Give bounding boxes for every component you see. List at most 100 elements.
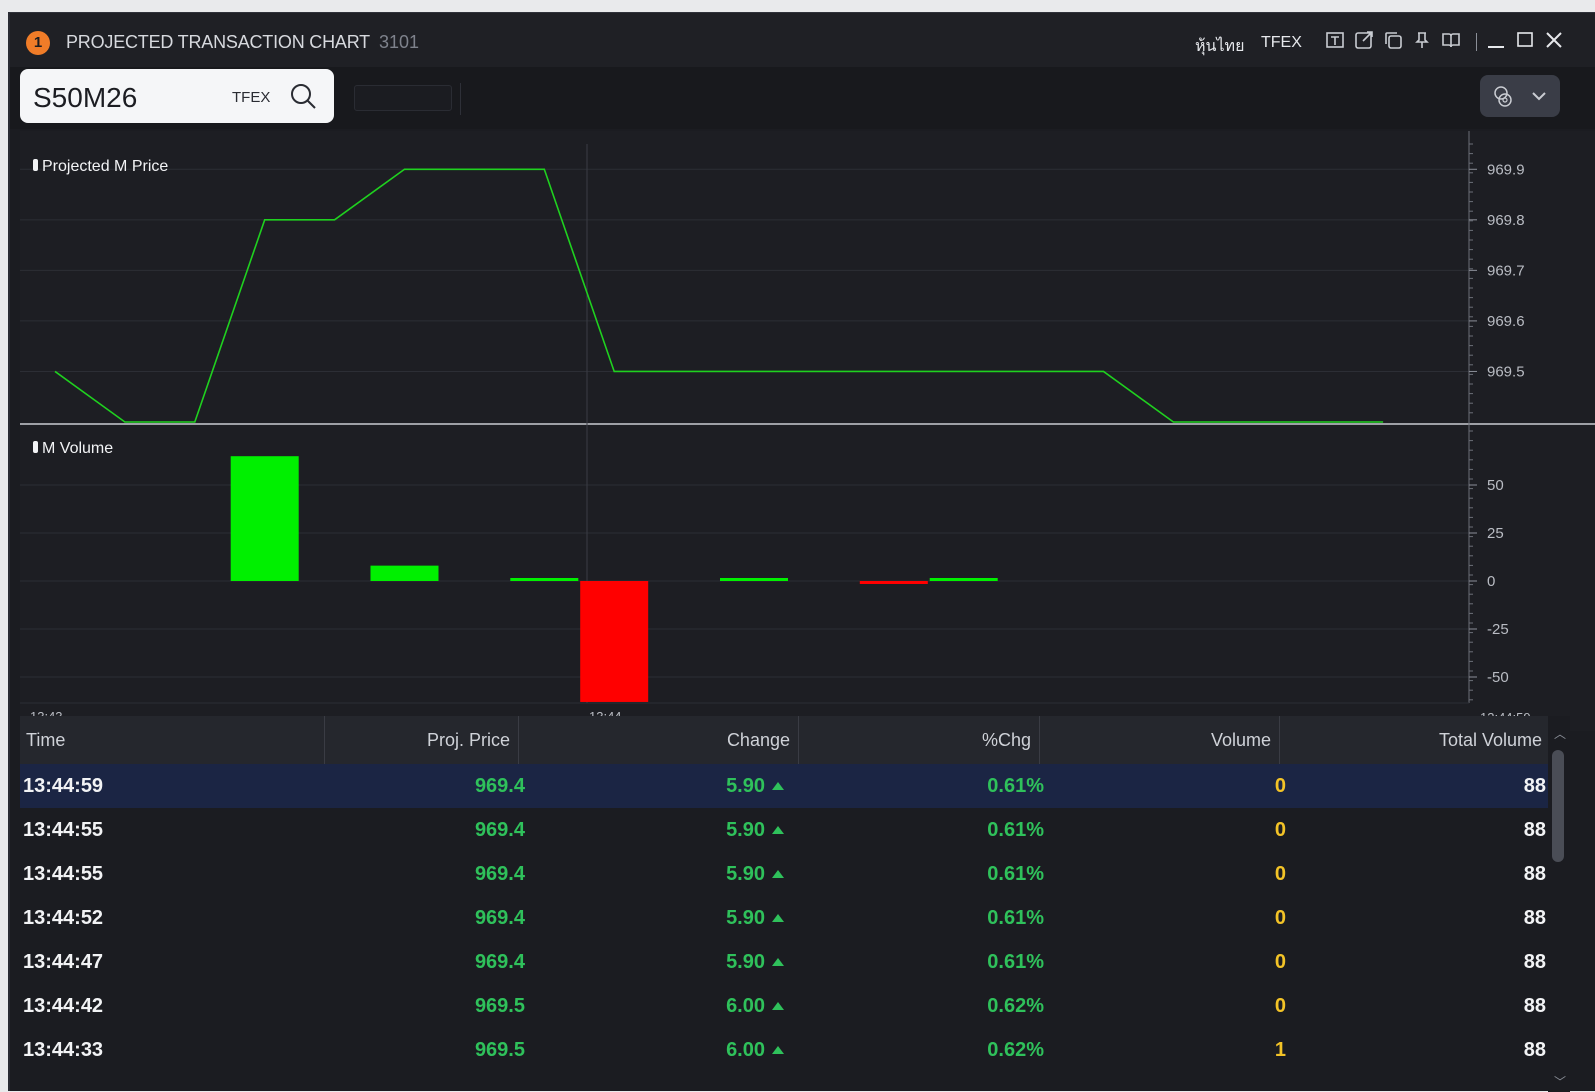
up-arrow-icon [772,1002,784,1010]
cell-change: 5.90 [726,775,765,797]
cell-pct-change: 0.61% [987,863,1044,885]
duplicate-icon[interactable] [1382,29,1404,51]
secondary-input[interactable] [354,85,452,111]
header-proj-price[interactable]: Proj. Price [324,716,518,764]
layer-settings-icon [1494,86,1546,107]
cell-time: 13:44:47 [23,951,104,973]
pin-icon[interactable] [1411,29,1433,51]
cell-volume: 0 [1274,951,1286,973]
volume-panel-marker [33,441,38,453]
cell-time: 13:44:52 [23,907,104,929]
cell-total-volume: 88 [1523,863,1546,885]
cell-pct-change: 0.61% [987,819,1044,841]
table-row[interactable]: 13:44:55 969.4 5.90 0.61% 0 88 [20,808,1548,852]
layer-settings-button[interactable] [1480,75,1560,117]
volume-tick-label: -25 [1487,621,1509,638]
cell-volume: 0 [1274,863,1286,885]
cell-volume: 0 [1274,907,1286,929]
minimize-icon[interactable] [1485,29,1507,51]
window-title: PROJECTED TRANSACTION CHART [66,32,370,52]
price-tick-label: 969.7 [1487,262,1525,279]
cell-proj-price: 969.4 [474,907,525,929]
volume-tick-label: -50 [1487,669,1509,686]
price-panel-title: Projected M Price [42,158,168,175]
book-icon[interactable] [1440,29,1462,51]
cell-total-volume: 88 [1523,995,1546,1017]
header-time[interactable]: Time [20,716,324,764]
toolbar-separator [460,83,461,115]
cell-time: 13:44:55 [23,863,104,885]
title-bar-separator [1476,33,1477,51]
price-tick-label: 969.8 [1487,212,1525,229]
table-row[interactable]: 13:44:59 969.4 5.90 0.61% 0 88 [20,764,1548,808]
cell-time: 13:44:33 [23,1039,104,1061]
table-row[interactable]: 13:44:52 969.4 5.90 0.61% 0 88 [20,896,1548,940]
volume-bar-up [370,565,439,581]
cell-total-volume: 88 [1523,775,1546,797]
cell-change: 6.00 [726,995,765,1017]
cell-change: 5.90 [726,907,765,929]
header-pct-change[interactable]: %Chg [798,716,1039,764]
price-tick-label: 969.9 [1487,161,1525,178]
scroll-down-icon[interactable]: ﹀ [1554,1073,1566,1090]
volume-bar-up [929,578,998,581]
cell-total-volume: 88 [1523,907,1546,929]
scroll-thumb[interactable] [1552,750,1564,862]
header-total-volume[interactable]: Total Volume [1279,716,1548,764]
chart-area: 969.9 969.8 969.7 969.6 969.5 50 25 0 -25 -50 Pr… [20,131,1595,731]
cell-pct-change: 0.61% [987,907,1044,929]
cell-proj-price: 969.4 [474,951,525,973]
header-change[interactable]: Change [518,716,798,764]
up-arrow-icon [772,958,784,966]
price-tick-label: 969.5 [1487,363,1525,380]
cell-proj-price: 969.4 [474,775,525,797]
cell-change: 5.90 [726,819,765,841]
window: 1 PROJECTED TRANSACTION CHART 3101 หุ้นไ… [8,12,1595,1092]
cell-proj-price: 969.5 [474,1039,525,1061]
title-bar: 1 PROJECTED TRANSACTION CHART 3101 หุ้นไ… [10,13,1595,67]
up-arrow-icon [772,1046,784,1054]
cell-change: 5.90 [726,863,765,885]
cell-volume: 0 [1274,819,1286,841]
cell-pct-change: 0.61% [987,951,1044,973]
text-frame-icon[interactable] [1324,29,1346,51]
cell-pct-change: 0.61% [987,775,1044,797]
cell-pct-change: 0.62% [987,1039,1044,1061]
header-volume[interactable]: Volume [1039,716,1279,764]
table-row[interactable]: 13:44:47 969.4 5.90 0.61% 0 88 [20,940,1548,984]
cell-total-volume: 88 [1523,1039,1546,1061]
open-external-icon[interactable] [1353,29,1375,51]
scroll-up-icon[interactable]: ︿ [1554,725,1566,742]
cell-time: 13:44:55 [23,819,104,841]
cell-volume: 0 [1274,775,1286,797]
search-icon[interactable] [288,81,318,111]
maximize-icon[interactable] [1514,29,1536,51]
close-icon[interactable] [1543,29,1565,51]
volume-bar-up [720,578,788,581]
cell-time: 13:44:42 [23,995,104,1017]
symbol-input[interactable]: S50M26 [33,82,137,114]
cell-proj-price: 969.5 [474,995,525,1017]
cell-proj-price: 969.4 [474,819,525,841]
table-row[interactable]: 13:44:42 969.5 6.00 0.62% 0 88 [20,984,1548,1028]
symbol-search-box[interactable]: S50M26 TFEX [20,69,334,123]
table-row[interactable]: 13:44:55 969.4 5.90 0.61% 0 88 [20,852,1548,896]
cell-proj-price: 969.4 [474,863,525,885]
cell-change: 6.00 [726,1039,765,1061]
up-arrow-icon [772,782,784,790]
cell-volume: 1 [1274,1039,1286,1061]
volume-tick-label: 50 [1487,477,1504,494]
volume-tick-label: 0 [1487,573,1495,590]
cell-volume: 0 [1274,995,1286,1017]
volume-bar-down [859,581,928,584]
market-tfex-toggle[interactable]: TFEX [1261,34,1302,52]
market-thai-toggle[interactable]: หุ้นไทย [1195,34,1244,59]
cell-change: 5.90 [726,951,765,973]
symbol-market-label: TFEX [232,89,271,106]
price-panel-marker [33,159,38,171]
up-arrow-icon [772,914,784,922]
volume-panel-title: M Volume [42,440,113,457]
volume-bar-up [510,578,579,581]
table-row[interactable]: 13:44:33 969.5 6.00 0.62% 1 88 [20,1028,1548,1072]
up-arrow-icon [772,826,784,834]
